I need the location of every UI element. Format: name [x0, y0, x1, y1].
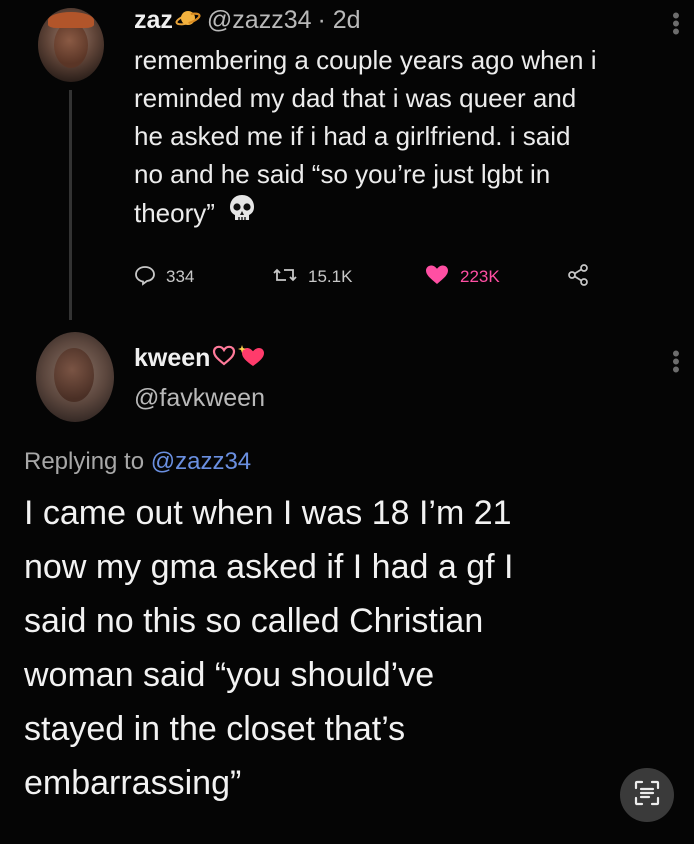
tweet-text: remembering a couple years ago when i re… [134, 41, 694, 233]
like-count: 223K [460, 267, 500, 286]
text-scan-button[interactable] [620, 768, 674, 822]
heart-icon [424, 264, 460, 291]
reply-text-line: stayed in the closet that’s [24, 710, 406, 748]
more-options-icon[interactable]: • • • [670, 5, 682, 43]
reply-button[interactable]: 334 [134, 264, 194, 290]
reply-text-line: embarrassing” [24, 764, 242, 802]
reply-text-line: now my gma asked if I had a gf I [24, 548, 514, 586]
replying-to-mention[interactable]: @zazz34 [151, 448, 251, 475]
display-name[interactable]: kween [134, 344, 210, 373]
user-handle[interactable]: @favkween [134, 384, 265, 413]
reply-text-line: woman said “you should’ve [24, 656, 435, 694]
reply-text: I came out when I was 18 I’m 21 now my g… [24, 486, 664, 810]
reply-text-line: I came out when I was 18 I’m 21 [24, 494, 512, 532]
share-icon [566, 263, 600, 292]
tweet-text-line: remembering a couple years ago when i [134, 45, 597, 75]
reply-count: 334 [166, 267, 195, 286]
tweet-text-line: no and he said “so you’re just lgbt in [134, 159, 551, 189]
like-button[interactable]: 223K [424, 264, 500, 290]
tweet-header: zaz @zazz34 · 2d [134, 2, 361, 38]
retweet-icon [272, 264, 308, 291]
tweet-text-line: reminded my dad that i was queer and [134, 83, 577, 113]
skull-emoji-icon [227, 193, 257, 233]
heart-emoji-icon [212, 345, 236, 372]
replying-to-label: Replying to @zazz34 [24, 448, 251, 476]
retweet-count: 15.1K [308, 267, 353, 286]
thread-line [69, 90, 72, 320]
tweet-text-line: he asked me if i had a girlfriend. i sai… [134, 121, 571, 151]
avatar-zaz[interactable] [38, 8, 104, 82]
display-name[interactable]: zaz [134, 6, 173, 35]
share-button[interactable] [566, 263, 600, 292]
reply-text-line: said no this so called Christian [24, 602, 484, 640]
reply-icon [134, 264, 166, 291]
retweet-button[interactable]: 15.1K [272, 264, 352, 290]
reply-header: kween [134, 340, 266, 376]
timestamp[interactable]: · 2d [318, 6, 361, 35]
more-options-icon[interactable]: • • • [670, 343, 682, 381]
sparkling-heart-emoji-icon [238, 344, 266, 373]
text-scan-icon [632, 778, 662, 813]
avatar-kween[interactable] [36, 332, 114, 422]
planet-emoji-icon [175, 7, 201, 34]
replying-to-prefix: Replying to [24, 448, 145, 475]
tweet-text-line: theory” [134, 198, 215, 228]
user-handle[interactable]: @zazz34 [207, 6, 312, 35]
